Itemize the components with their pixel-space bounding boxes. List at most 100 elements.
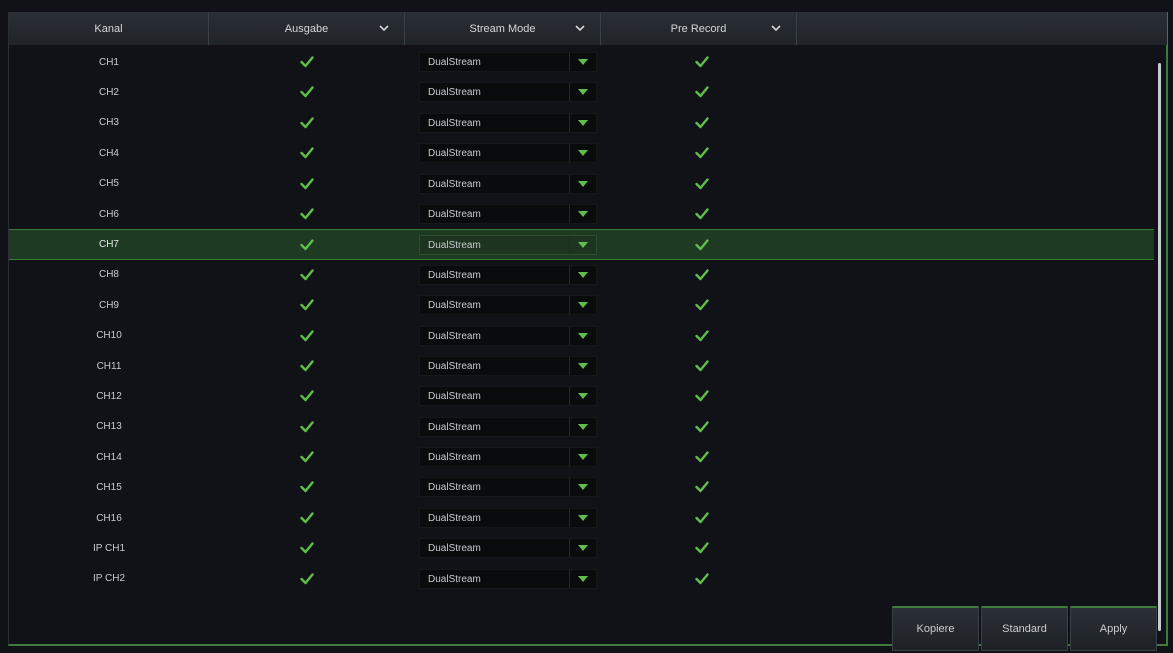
- chevron-down-icon[interactable]: [574, 22, 586, 34]
- table-row[interactable]: CH10 DualStream: [9, 321, 1154, 351]
- scrollbar-thumb[interactable]: [1158, 63, 1161, 631]
- pre-record-checkbox[interactable]: [695, 572, 709, 584]
- table-row[interactable]: CH11 DualStream: [9, 351, 1154, 381]
- stream-mode-select[interactable]: DualStream: [419, 52, 597, 72]
- table-row[interactable]: CH13 DualStream: [9, 412, 1154, 442]
- table-row[interactable]: CH1 DualStream: [9, 47, 1154, 77]
- stream-mode-select[interactable]: DualStream: [419, 143, 597, 164]
- table-row[interactable]: IP CH1 DualStream: [9, 533, 1154, 563]
- ausgabe-checkbox[interactable]: [300, 480, 314, 493]
- ausgabe-checkbox[interactable]: [300, 420, 314, 432]
- dropdown-arrow-icon[interactable]: [569, 296, 596, 315]
- standard-button[interactable]: Standard: [981, 606, 1068, 651]
- apply-button[interactable]: Apply: [1070, 606, 1157, 651]
- dropdown-arrow-icon[interactable]: [569, 204, 596, 223]
- ausgabe-checkbox[interactable]: [300, 85, 314, 98]
- pre-record-checkbox[interactable]: [695, 541, 709, 554]
- table-row[interactable]: CH6 DualStream: [9, 199, 1154, 229]
- pre-record-checkbox[interactable]: [695, 298, 709, 311]
- ausgabe-checkbox[interactable]: [300, 541, 314, 554]
- ausgabe-checkbox[interactable]: [300, 572, 314, 584]
- table-row[interactable]: CH15 DualStream: [9, 472, 1154, 502]
- ausgabe-checkbox[interactable]: [300, 389, 314, 402]
- table-row[interactable]: CH14 DualStream: [9, 442, 1154, 472]
- header-stream-mode[interactable]: Stream Mode: [405, 12, 601, 45]
- pre-record-checkbox[interactable]: [695, 238, 709, 251]
- dropdown-arrow-icon[interactable]: [569, 113, 596, 132]
- pre-record-checkbox[interactable]: [695, 146, 709, 159]
- ausgabe-checkbox[interactable]: [300, 146, 314, 159]
- pre-record-checkbox[interactable]: [695, 268, 709, 280]
- stream-mode-select[interactable]: DualStream: [419, 416, 597, 437]
- dropdown-arrow-icon[interactable]: [569, 53, 596, 71]
- dropdown-arrow-icon[interactable]: [569, 174, 596, 193]
- pre-record-checkbox[interactable]: [695, 389, 709, 402]
- ausgabe-checkbox[interactable]: [300, 511, 314, 524]
- table-row[interactable]: CH9 DualStream: [9, 290, 1154, 320]
- ausgabe-checkbox[interactable]: [300, 450, 314, 463]
- pre-record-checkbox[interactable]: [695, 450, 709, 463]
- dropdown-arrow-icon[interactable]: [569, 448, 596, 467]
- table-row[interactable]: CH8 DualStream: [9, 260, 1154, 290]
- stream-mode-select[interactable]: DualStream: [419, 386, 597, 407]
- stream-mode-select[interactable]: DualStream: [419, 325, 597, 346]
- stream-mode-select[interactable]: DualStream: [419, 507, 597, 528]
- table-row[interactable]: CH4 DualStream: [9, 138, 1154, 168]
- table-row[interactable]: CH12 DualStream: [9, 381, 1154, 411]
- dropdown-arrow-icon[interactable]: [569, 539, 596, 558]
- ausgabe-checkbox[interactable]: [300, 116, 314, 128]
- pre-record-checkbox[interactable]: [695, 85, 709, 98]
- ausgabe-checkbox[interactable]: [300, 268, 314, 280]
- table-row[interactable]: CH3 DualStream: [9, 108, 1154, 138]
- dropdown-arrow-icon[interactable]: [569, 508, 596, 527]
- stream-mode-select[interactable]: DualStream: [419, 173, 597, 194]
- ausgabe-checkbox[interactable]: [300, 359, 314, 372]
- pre-record-checkbox[interactable]: [695, 55, 709, 68]
- stream-mode-select[interactable]: DualStream: [419, 477, 597, 498]
- dropdown-arrow-icon[interactable]: [569, 236, 596, 255]
- stream-mode-select[interactable]: DualStream: [419, 235, 597, 256]
- ausgabe-checkbox[interactable]: [300, 55, 314, 68]
- kopiere-button[interactable]: Kopiere: [892, 606, 979, 651]
- pre-record-checkbox[interactable]: [695, 480, 709, 493]
- pre-record-checkbox[interactable]: [695, 329, 709, 341]
- stream-mode-select[interactable]: DualStream: [419, 82, 597, 103]
- dropdown-arrow-icon[interactable]: [569, 326, 596, 345]
- vertical-scrollbar[interactable]: [1156, 47, 1165, 631]
- pre-record-checkbox[interactable]: [695, 511, 709, 524]
- table-row[interactable]: CH5 DualStream: [9, 169, 1154, 199]
- header-ausgabe[interactable]: Ausgabe: [209, 12, 405, 45]
- ausgabe-checkbox[interactable]: [300, 177, 314, 189]
- ausgabe-checkbox[interactable]: [300, 329, 314, 341]
- header-pre-record[interactable]: Pre Record: [601, 12, 797, 45]
- chevron-down-icon[interactable]: [378, 22, 390, 34]
- table-row[interactable]: IP CH2 DualStream: [9, 564, 1154, 594]
- table-row[interactable]: CH7 DualStream: [9, 229, 1154, 260]
- stream-mode-select[interactable]: DualStream: [419, 203, 597, 224]
- dropdown-arrow-icon[interactable]: [569, 83, 596, 102]
- stream-mode-select[interactable]: DualStream: [419, 447, 597, 468]
- ausgabe-checkbox[interactable]: [300, 207, 314, 220]
- table-row[interactable]: CH2 DualStream: [9, 77, 1154, 107]
- dropdown-arrow-icon[interactable]: [569, 478, 596, 497]
- ausgabe-checkbox[interactable]: [300, 238, 314, 251]
- dropdown-arrow-icon[interactable]: [569, 144, 596, 163]
- table-row[interactable]: CH16 DualStream: [9, 503, 1154, 533]
- dropdown-arrow-icon[interactable]: [569, 569, 596, 588]
- pre-record-checkbox[interactable]: [695, 177, 709, 189]
- pre-record-checkbox[interactable]: [695, 207, 709, 220]
- ausgabe-checkbox[interactable]: [300, 298, 314, 311]
- stream-mode-select[interactable]: DualStream: [419, 295, 597, 316]
- dropdown-arrow-icon[interactable]: [569, 265, 596, 284]
- stream-mode-select[interactable]: DualStream: [419, 355, 597, 376]
- dropdown-arrow-icon[interactable]: [569, 387, 596, 406]
- dropdown-arrow-icon[interactable]: [569, 417, 596, 436]
- stream-mode-select[interactable]: DualStream: [419, 264, 597, 285]
- pre-record-checkbox[interactable]: [695, 116, 709, 128]
- pre-record-checkbox[interactable]: [695, 420, 709, 432]
- dropdown-arrow-icon[interactable]: [569, 356, 596, 375]
- stream-mode-select[interactable]: DualStream: [419, 538, 597, 559]
- stream-mode-select[interactable]: DualStream: [419, 112, 597, 133]
- stream-mode-select[interactable]: DualStream: [419, 568, 597, 589]
- chevron-down-icon[interactable]: [770, 22, 782, 34]
